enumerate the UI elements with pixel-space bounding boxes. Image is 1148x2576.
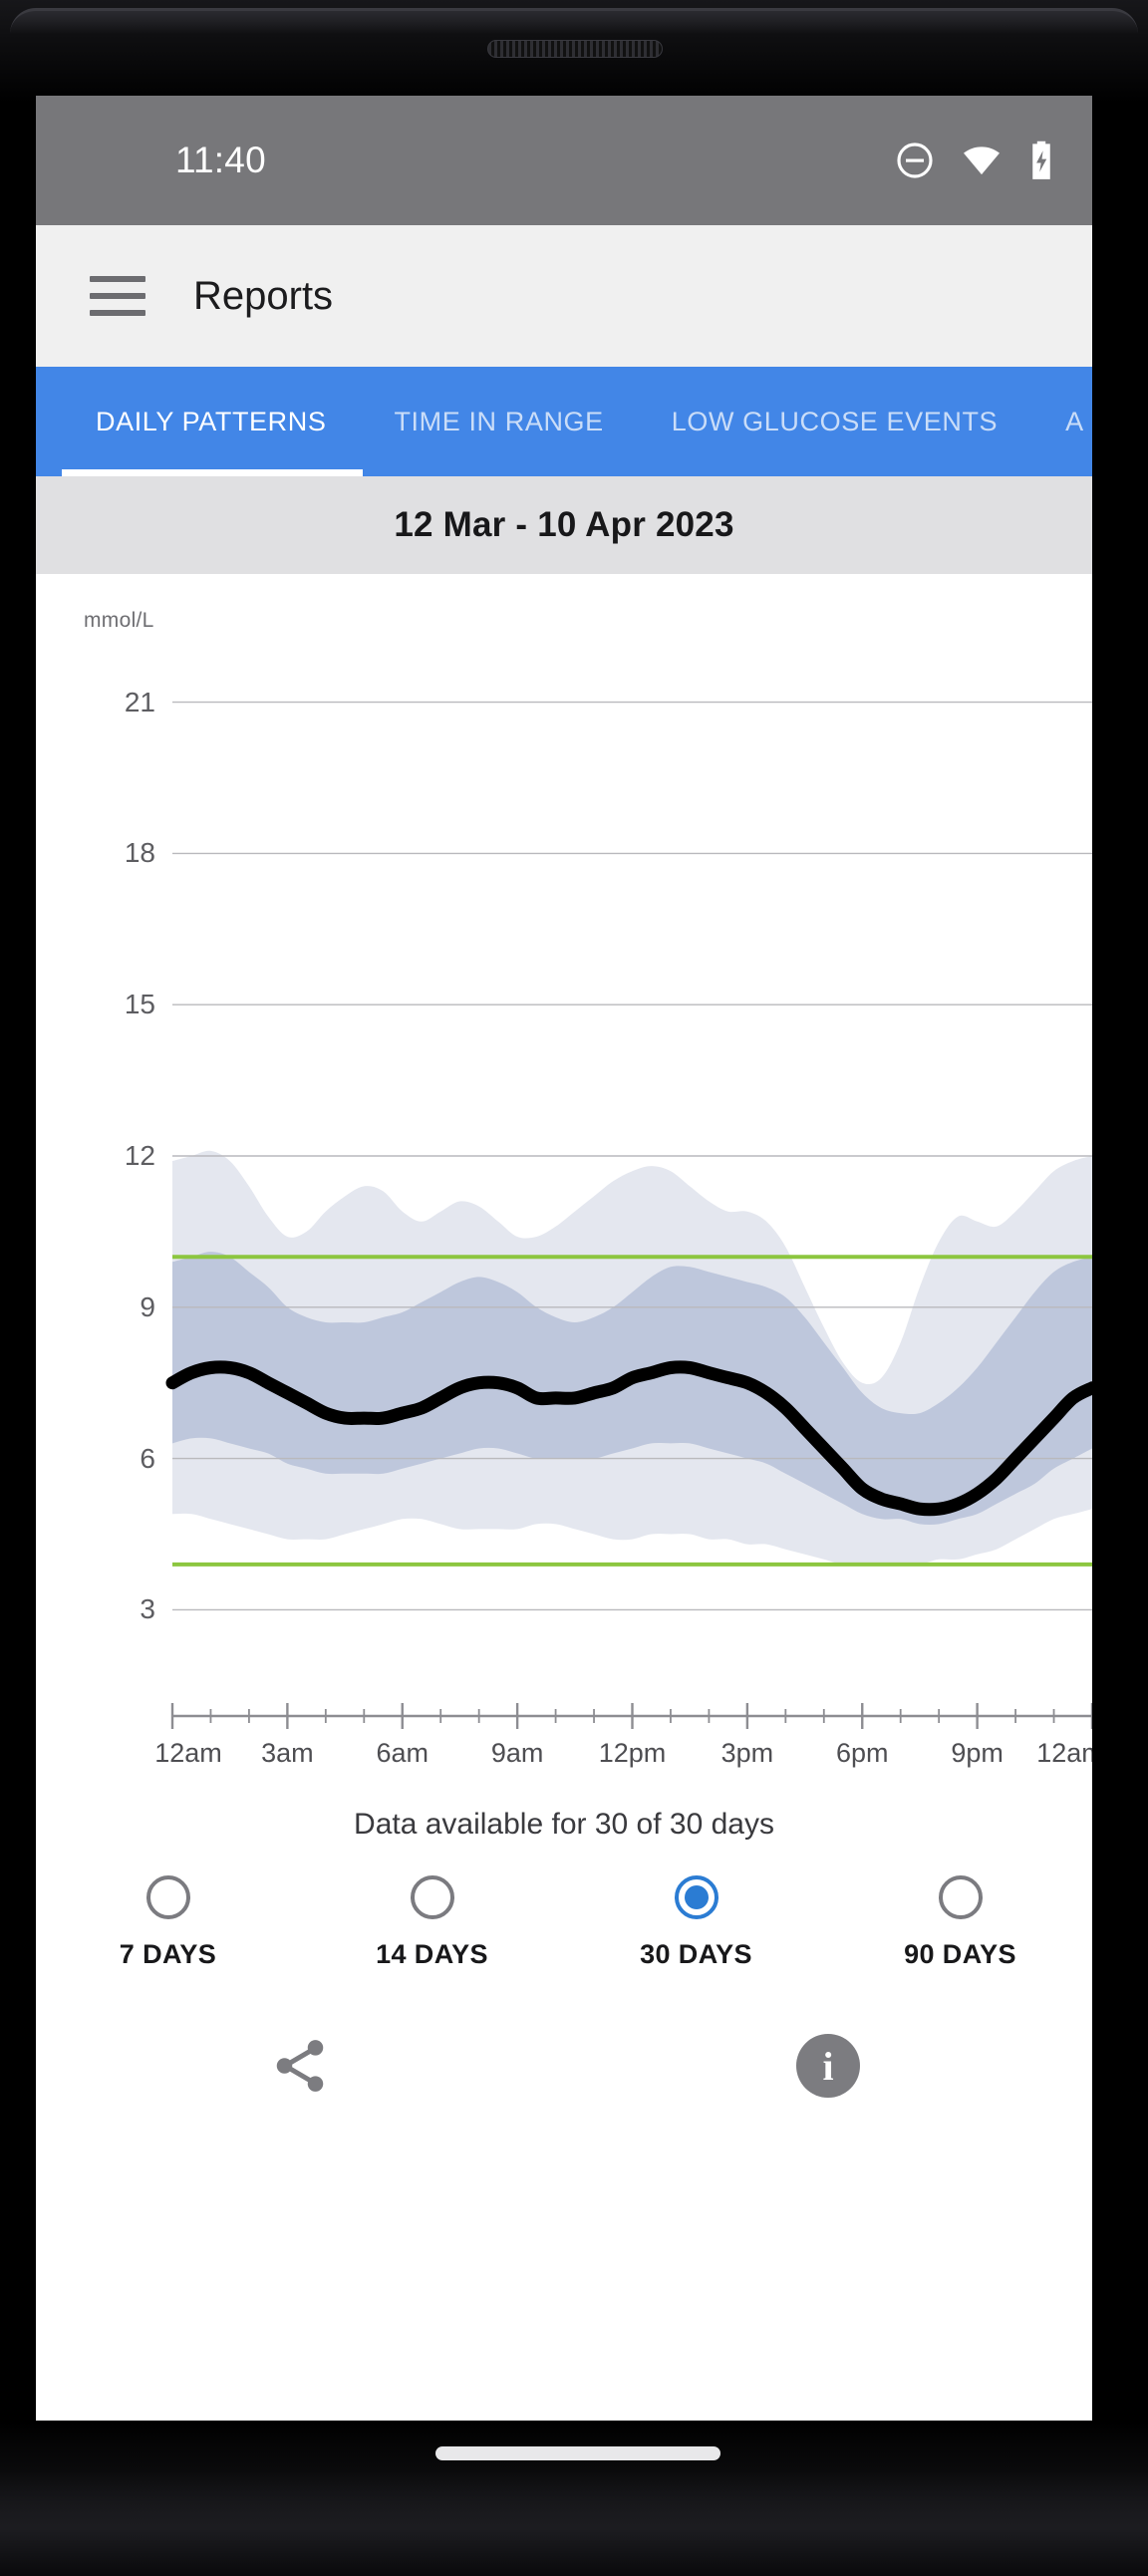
y-tick-6: 6 (72, 1443, 155, 1475)
agp-chart: mmol/L 21181512963 12am3am6am9am12pm3pm6… (36, 574, 1092, 1796)
page-title: Reports (193, 274, 333, 319)
radio-circle[interactable] (939, 1875, 983, 1919)
tab-bar: DAILY PATTERNS TIME IN RANGE LOW GLUCOSE… (36, 367, 1092, 476)
range-option-14-days[interactable]: 14 DAYS (300, 1875, 564, 1970)
y-tick-21: 21 (72, 687, 155, 718)
data-availability-text: Data available for 30 of 30 days (36, 1796, 1092, 1842)
x-tick-3pm: 3pm (721, 1738, 774, 1769)
radio-dot (685, 1885, 709, 1909)
phone-screen: 11:40 Reports (36, 96, 1092, 2421)
share-button[interactable] (36, 2034, 564, 2098)
hamburger-menu-icon[interactable] (90, 276, 145, 316)
range-selector-group: 7 DAYS 14 DAYS 30 DAYS 90 DAYS (36, 1875, 1092, 1970)
hamburger-bar (90, 293, 145, 299)
date-range-header[interactable]: 12 Mar - 10 Apr 2023 (36, 476, 1092, 574)
app-bar: Reports (36, 225, 1092, 367)
range-option-7-days[interactable]: 7 DAYS (36, 1875, 300, 1970)
date-range-label: 12 Mar - 10 Apr 2023 (394, 505, 733, 545)
wifi-icon (961, 141, 1003, 180)
range-option-30-days[interactable]: 30 DAYS (564, 1875, 828, 1970)
x-tick-12am: 12am (154, 1738, 222, 1769)
range-option-label: 14 DAYS (376, 1939, 488, 1970)
tab-low-glucose-events[interactable]: LOW GLUCOSE EVENTS (638, 367, 1031, 476)
range-option-90-days[interactable]: 90 DAYS (828, 1875, 1092, 1970)
status-clock: 11:40 (175, 140, 266, 181)
x-tick-9am: 9am (491, 1738, 544, 1769)
y-tick-15: 15 (72, 989, 155, 1020)
x-tick-12am: 12am (1036, 1738, 1092, 1769)
hamburger-bar (90, 276, 145, 282)
range-option-label: 30 DAYS (640, 1939, 752, 1970)
home-indicator[interactable] (435, 2446, 720, 2460)
hamburger-bar (90, 310, 145, 316)
x-tick-6am: 6am (376, 1738, 429, 1769)
phone-device-frame: 11:40 Reports (0, 0, 1148, 2576)
info-button[interactable]: i (564, 2034, 1092, 2098)
status-bar: 11:40 (36, 96, 1092, 225)
y-tick-3: 3 (72, 1593, 155, 1625)
bezel-top-highlight (10, 8, 1138, 34)
earpiece-speaker (487, 40, 663, 58)
radio-circle-selected[interactable] (675, 1875, 718, 1919)
y-tick-9: 9 (72, 1291, 155, 1323)
range-option-label: 90 DAYS (904, 1939, 1016, 1970)
tab-partial-next[interactable]: A (1031, 367, 1092, 476)
x-tick-12pm: 12pm (599, 1738, 667, 1769)
x-tick-9pm: 9pm (951, 1738, 1004, 1769)
action-bar: i (36, 2034, 1092, 2098)
tab-active-indicator (62, 469, 363, 476)
do-not-disturb-icon (895, 141, 935, 180)
x-tick-3am: 3am (261, 1738, 314, 1769)
range-option-label: 7 DAYS (120, 1939, 216, 1970)
share-icon (269, 2035, 331, 2097)
chart-footer: Data available for 30 of 30 days 7 DAYS … (36, 1796, 1092, 2098)
radio-circle[interactable] (411, 1875, 454, 1919)
y-tick-12: 12 (72, 1140, 155, 1172)
info-icon: i (796, 2034, 860, 2098)
tab-time-in-range[interactable]: TIME IN RANGE (360, 367, 637, 476)
status-icon-group (895, 140, 1054, 181)
radio-circle[interactable] (146, 1875, 190, 1919)
bezel-bottom-highlight (0, 2471, 1148, 2576)
tab-daily-patterns[interactable]: DAILY PATTERNS (62, 367, 360, 476)
agp-plot-area (36, 574, 1092, 1796)
y-tick-18: 18 (72, 837, 155, 869)
x-tick-6pm: 6pm (836, 1738, 889, 1769)
battery-charging-icon (1028, 140, 1054, 181)
